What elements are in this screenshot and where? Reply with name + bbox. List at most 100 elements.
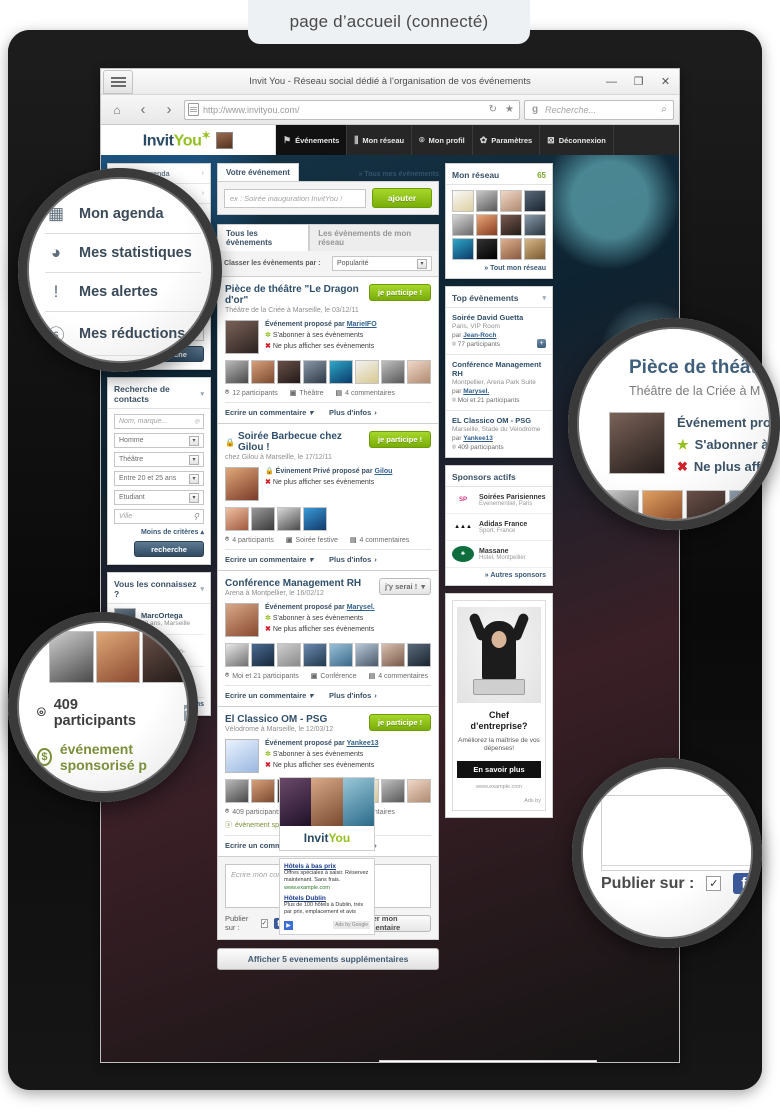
write-comment-link[interactable]: Ecrire un commentaire▾ xyxy=(225,555,313,564)
contact-status-select[interactable]: Etudiant ▾ xyxy=(114,490,204,505)
avatar[interactable] xyxy=(251,779,275,803)
magnified-item-mes-reductions[interactable]: ⓢ Mes réductions xyxy=(45,312,201,356)
avatar[interactable] xyxy=(476,238,498,260)
address-bar[interactable]: http://www.invityou.com/ ↻ ★ xyxy=(184,99,520,120)
nav-item-evenements[interactable]: ⚑ Événements xyxy=(276,125,348,155)
avatar[interactable] xyxy=(381,779,405,803)
avatar[interactable] xyxy=(355,360,379,384)
bottom-ad-row[interactable]: Hôtels à bas prix Offres spéciales à sai… xyxy=(379,1060,597,1062)
forward-icon[interactable]: › xyxy=(158,99,180,121)
avatar[interactable] xyxy=(452,214,474,236)
load-more-button[interactable]: Afficher 5 evenements supplémentaires xyxy=(217,948,439,970)
participate-button[interactable]: je participe ! xyxy=(369,714,431,731)
list-item[interactable]: SP Soirées Parisiennes Evenementiel, Par… xyxy=(446,487,552,514)
less-criteria-link[interactable]: Moins de critères ▴ xyxy=(114,528,204,536)
participate-button[interactable]: j'y serai ! ▾ xyxy=(379,578,431,595)
write-comment-link[interactable]: Ecrire un commentaire▾ xyxy=(225,408,313,417)
list-item[interactable]: Soirée David Guetta Paris, VIP Room par … xyxy=(446,308,552,355)
info-icon[interactable]: ▶ xyxy=(284,920,293,930)
contact-interest-select[interactable]: Théâtre ▾ xyxy=(114,452,204,467)
chevron-down-icon[interactable]: ▾ xyxy=(189,435,199,446)
more-info-link[interactable]: Plus d'infos› xyxy=(329,408,377,417)
list-item[interactable]: EL Classico OM - PSG Marseille, Stade du… xyxy=(446,411,552,457)
avatar[interactable] xyxy=(277,643,301,667)
vertical-ad[interactable]: Chef d’entreprise? Améliorez la maîtrise… xyxy=(445,593,553,819)
top-events-header[interactable]: Top évènements ▾ xyxy=(446,287,552,308)
proposer-link[interactable]: MarieIFO xyxy=(347,321,377,328)
search-engine-icon[interactable]: g xyxy=(529,104,541,115)
list-item[interactable]: ▲▲▲ Adidas France Sport, France xyxy=(446,514,552,541)
bookmark-icon[interactable]: ★ xyxy=(503,104,516,115)
avatar[interactable] xyxy=(524,238,546,260)
contact-gender-select[interactable]: Homme ▾ xyxy=(114,433,204,448)
avatar[interactable] xyxy=(381,643,405,667)
list-item[interactable]: Conférence Management RH Montpellier, Ar… xyxy=(446,355,552,411)
ad-cta-button[interactable]: En savoir plus xyxy=(457,761,541,779)
participate-button[interactable]: je participe ! xyxy=(369,284,431,301)
hide-line[interactable]: ✖ Ne plus affich xyxy=(677,456,769,478)
ad-title-2[interactable]: Hôtels Dublin xyxy=(284,895,370,902)
chevron-down-icon[interactable]: ▾ xyxy=(200,585,204,593)
avatar[interactable] xyxy=(452,238,474,260)
event-title[interactable]: Conférence Management RH xyxy=(225,578,361,589)
magnified-item-mes-alertes[interactable]: ! Mes alertes xyxy=(45,273,201,312)
avatar[interactable] xyxy=(251,643,275,667)
back-icon[interactable]: ‹ xyxy=(132,99,154,121)
facebook-checkbox[interactable]: ✓ xyxy=(706,876,722,891)
write-comment-link[interactable]: Ecrire un commentaire▾ xyxy=(225,691,313,700)
contact-search-button[interactable]: recherche xyxy=(134,541,204,557)
browser-search-bar[interactable]: g Recherche... ⌕ xyxy=(524,99,674,120)
event-title[interactable]: Pièce de théâtre "Le Dragon d'or" xyxy=(225,284,369,306)
more-info-link[interactable]: Plus d'infos› xyxy=(329,555,377,564)
avatar[interactable] xyxy=(407,643,431,667)
subscribe-line[interactable]: ✲ S'abonner à ses évènements xyxy=(265,614,375,625)
avatar[interactable] xyxy=(452,190,474,212)
proposer-link[interactable]: Gilou xyxy=(375,468,393,475)
avatar[interactable] xyxy=(225,643,249,667)
sort-select[interactable]: Popularité ▾ xyxy=(332,256,432,271)
contact-age-select[interactable]: Entre 20 et 25 ans ▾ xyxy=(114,471,204,486)
add-icon[interactable]: + xyxy=(537,339,546,348)
event-title[interactable]: 🔒 Soirée Barbecue chez Gilou ! xyxy=(225,431,369,453)
avatar[interactable] xyxy=(216,131,234,149)
participate-button[interactable]: je participe ! xyxy=(369,431,431,448)
avatar[interactable] xyxy=(225,320,259,354)
nav-item-mon-reseau[interactable]: ⫼ Mon réseau xyxy=(347,125,413,155)
hide-line[interactable]: ✖ Ne plus afficher ses évènements xyxy=(265,478,392,489)
nav-item-deconnexion[interactable]: ⊠ Déconnexion xyxy=(540,125,614,155)
menu-icon[interactable] xyxy=(103,69,133,94)
search-go-icon[interactable]: ⌕ xyxy=(659,104,669,115)
minimize-icon[interactable]: — xyxy=(598,69,625,94)
event-name-input[interactable]: ex : Soirée inauguration InvitYou ! xyxy=(224,188,366,208)
more-sponsors-link[interactable]: » Autres sponsors xyxy=(446,568,552,585)
site-logo[interactable]: InvitYou✶ xyxy=(101,125,276,155)
suggestions-header[interactable]: Vous les connaissez ? ▾ xyxy=(108,573,210,604)
ad-title[interactable]: Hôtels à bas prix xyxy=(284,863,370,870)
avatar[interactable] xyxy=(500,214,522,236)
avatar[interactable] xyxy=(303,643,327,667)
hotel-ad[interactable]: Hôtels à bas prix Offres spéciales à sai… xyxy=(279,858,375,935)
avatar[interactable] xyxy=(225,779,249,803)
avatar[interactable] xyxy=(225,467,259,501)
page-info-icon[interactable] xyxy=(188,103,199,116)
facebook-checkbox[interactable]: ✓ xyxy=(260,918,269,928)
avatar[interactable] xyxy=(303,360,327,384)
chevron-down-icon[interactable]: ▾ xyxy=(542,294,546,302)
search-input[interactable]: Recherche... xyxy=(545,105,655,115)
avatar[interactable] xyxy=(500,238,522,260)
avatar[interactable] xyxy=(303,507,327,531)
event-title[interactable]: El Classico OM - PSG xyxy=(225,714,333,725)
tab-tous-les-evenements[interactable]: Tous les évènements xyxy=(217,224,310,251)
tab-evenements-mon-reseau[interactable]: Les évènements de mon réseau xyxy=(309,224,439,251)
proposer-link[interactable]: Yankee13 xyxy=(347,740,379,747)
chevron-down-icon[interactable]: ▾ xyxy=(417,258,427,269)
magnified-comment-link[interactable]: Ecrire un commentaire xyxy=(19,773,187,791)
list-item[interactable]: ♣ Massane Hotel, Montpellier xyxy=(446,541,552,568)
avatar[interactable] xyxy=(476,214,498,236)
avatar[interactable] xyxy=(225,507,249,531)
organizer-link[interactable]: Yankee13 xyxy=(463,435,493,442)
avatar[interactable] xyxy=(225,603,259,637)
nav-item-mon-profil[interactable]: ⌾ Mon profil xyxy=(412,125,473,155)
chevron-down-icon[interactable]: ▾ xyxy=(200,390,204,398)
tab-votre-evenement[interactable]: Votre événement xyxy=(217,163,299,181)
